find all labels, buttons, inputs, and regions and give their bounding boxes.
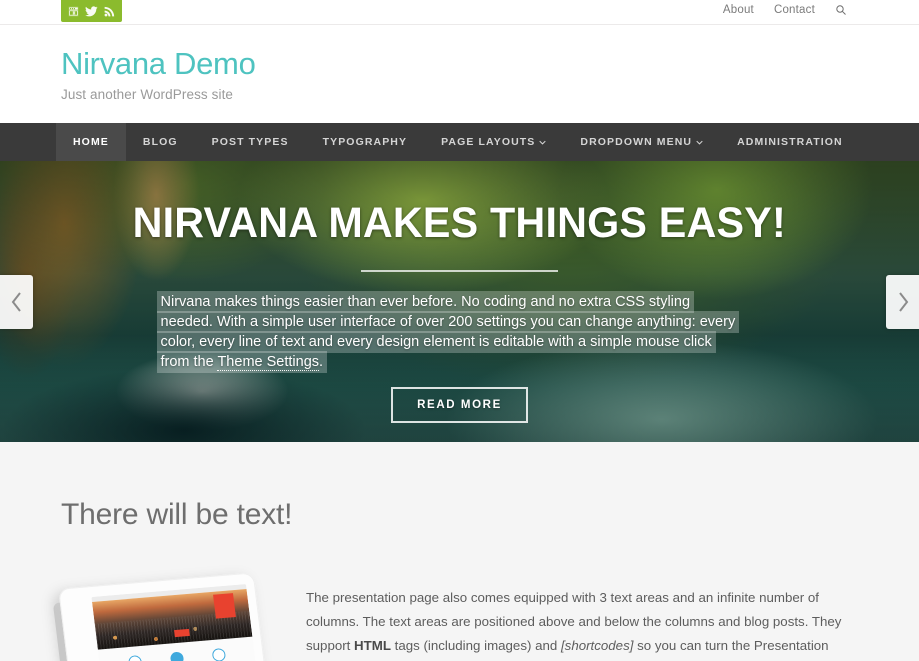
twitter-icon[interactable] <box>85 5 98 18</box>
slide-description-line: needed. With a simple user interface of … <box>159 314 737 330</box>
site-title[interactable]: Nirvana Demo <box>61 46 919 82</box>
slider-next-button[interactable] <box>886 274 919 329</box>
page-root: About Contact Nirvana Demo Just another … <box>0 0 919 661</box>
chevron-down-icon <box>539 140 547 145</box>
tablet-screen-feature <box>208 647 231 661</box>
chevron-down-icon <box>696 140 703 145</box>
content-area: There will be text! The presentation pag… <box>0 442 919 661</box>
read-more-button[interactable]: READ MORE <box>391 387 528 423</box>
top-bar: About Contact <box>0 0 919 25</box>
tablet-screen-feature <box>166 651 189 661</box>
paragraph-italic-shortcodes: [shortcodes] <box>560 638 634 653</box>
nav-item-label: BLOG <box>142 136 178 148</box>
tablet-screen-red-badge <box>173 628 190 638</box>
column-text: The presentation page also comes equippe… <box>306 580 858 661</box>
column-image <box>52 572 276 661</box>
slide-divider <box>361 270 558 272</box>
nav-item-post-types[interactable]: POST TYPES <box>195 123 306 161</box>
columns-row: The presentation page also comes equippe… <box>0 532 919 661</box>
nav-item-home[interactable]: HOME <box>56 123 126 161</box>
slide-description-line: color, every line of text and every desi… <box>159 334 713 350</box>
page-title: There will be text! <box>61 498 293 531</box>
topnav-link-contact[interactable]: Contact <box>774 4 815 16</box>
search-icon[interactable] <box>835 4 847 16</box>
social-icons-badge <box>61 0 122 22</box>
slide-description: Nirvana makes things easier than ever be… <box>159 292 760 372</box>
tablet-screen-feature <box>124 655 147 661</box>
nav-item-label: DROPDOWN MENU <box>580 136 693 148</box>
tablet-screen <box>91 584 267 661</box>
nav-item-label: TYPOGRAPHY <box>322 136 408 148</box>
nav-item-label: PAGE LAYOUTS <box>441 136 536 148</box>
site-description: Just another WordPress site <box>61 86 234 102</box>
nav-item-label: HOME <box>73 136 109 148</box>
nav-item-administration[interactable]: ADMINISTRATION <box>720 123 860 161</box>
top-navigation: About Contact <box>723 4 847 16</box>
slide-description-line: Nirvana makes things easier than ever be… <box>159 294 692 310</box>
main-navigation: HOME BLOG POST TYPES TYPOGRAPHY PAGE LAY… <box>0 123 919 161</box>
site-header: Nirvana Demo Just another WordPress site <box>0 25 919 123</box>
slide-title: NIRVANA MAKES THINGS EASY! <box>132 199 787 247</box>
nav-item-dropdown-menu[interactable]: DROPDOWN MENU <box>563 123 720 161</box>
nav-item-page-layouts[interactable]: PAGE LAYOUTS <box>424 123 563 161</box>
nav-item-blog[interactable]: BLOG <box>126 123 195 161</box>
paragraph-bold-html: HTML <box>354 638 391 653</box>
chevron-right-icon <box>898 291 908 312</box>
youtube-icon[interactable] <box>67 5 80 18</box>
slider-prev-button[interactable] <box>0 274 33 329</box>
presentation-paragraph: The presentation page also comes equippe… <box>306 590 842 653</box>
hero-slider: NIRVANA MAKES THINGS EASY! Nirvana makes… <box>0 161 919 442</box>
rss-icon[interactable] <box>103 5 116 18</box>
nav-item-label: POST TYPES <box>211 136 289 148</box>
theme-settings-link[interactable]: Theme Settings <box>217 354 320 371</box>
tablet-screen-red-box <box>213 593 236 619</box>
nav-item-label: ADMINISTRATION <box>737 136 843 148</box>
topnav-link-about[interactable]: About <box>723 4 754 16</box>
nav-item-typography[interactable]: TYPOGRAPHY <box>306 123 425 161</box>
chevron-left-icon <box>11 291 21 312</box>
slide-description-line: from the Theme Settings. <box>159 354 325 371</box>
tablet-illustration <box>52 572 272 661</box>
